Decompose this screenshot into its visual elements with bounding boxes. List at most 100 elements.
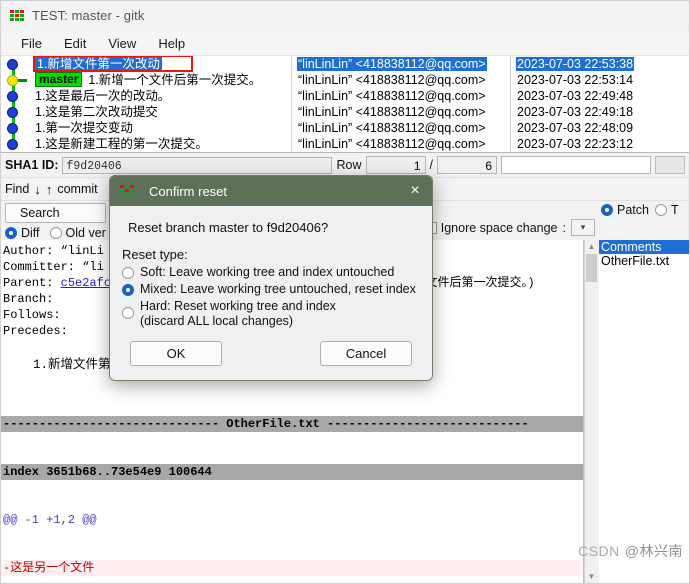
diff-options-group: Ignore space change : ▾	[424, 203, 595, 236]
scroll-down-icon[interactable]: ▼	[585, 570, 598, 583]
date-row[interactable]: 2023-07-03 22:53:14	[511, 72, 689, 88]
radio-patch-icon	[601, 204, 613, 216]
commit-node-head	[7, 75, 18, 86]
radio-old-version-label: Old ver	[65, 226, 106, 240]
file-list-item-otherfile[interactable]: OtherFile.txt	[599, 254, 689, 268]
ignore-space-change-checkbox[interactable]: Ignore space change	[424, 220, 558, 235]
search-button[interactable]: Search	[5, 203, 106, 223]
commit-graph-column[interactable]: 1.新增文件第一次改动 master 1.新增一个文件后第一次提交。 1.这是最后…	[1, 56, 292, 152]
menu-item-edit[interactable]: Edit	[54, 34, 96, 53]
menu-item-help[interactable]: Help	[148, 34, 195, 53]
scroll-up-icon[interactable]: ▲	[585, 240, 598, 253]
radio-mixed-icon	[122, 284, 134, 296]
precedes-line: Precedes:	[3, 324, 68, 338]
author-row[interactable]: “linLinLin” <418838112@qq.com>	[292, 120, 510, 136]
commit-message: 1.新增一个文件后第一次提交。	[88, 73, 262, 87]
commit-row[interactable]: 1.新增文件第一次改动	[1, 56, 291, 72]
top-search-input[interactable]	[501, 156, 651, 174]
commit-row[interactable]: 1.这是第二次改动提交	[1, 104, 291, 120]
row-current-input[interactable]: 1	[365, 156, 426, 174]
commit-node	[7, 59, 18, 70]
date-row[interactable]: 2023-07-03 22:49:48	[511, 88, 689, 104]
gitk-window: TEST: master - gitk File Edit View Help …	[0, 0, 690, 584]
commit-message: 1.这是新建工程的第一次提交。	[35, 137, 208, 151]
commit-row[interactable]: 1.这是新建工程的第一次提交。	[1, 136, 291, 152]
date-row[interactable]: 2023-07-03 22:53:38	[511, 56, 689, 72]
radio-hard-icon	[122, 307, 134, 319]
view-mode-group: Patch T	[601, 203, 685, 217]
menu-item-file[interactable]: File	[11, 34, 52, 53]
commit-author-column[interactable]: “linLinLin” <418838112@qq.com> “linLinLi…	[292, 56, 511, 152]
author-value: “linLinLin” <418838112@qq.com>	[298, 105, 486, 119]
row-label: Row	[336, 158, 362, 172]
follows-line: Follows:	[3, 308, 61, 322]
branch-ref-master[interactable]: master	[35, 72, 83, 87]
author-value: “linLinLin” <418838112@qq.com>	[298, 89, 486, 103]
parent-label: Parent:	[3, 276, 54, 290]
find-label: Find	[5, 182, 30, 196]
author-row[interactable]: “linLinLin” <418838112@qq.com>	[292, 104, 510, 120]
toolbar-extra-button[interactable]	[655, 156, 685, 174]
find-down-icon[interactable]: ↓	[34, 182, 41, 197]
diff-line-removed: -这是另一个文件	[1, 560, 583, 576]
dialog-body: Reset branch master to f9d20406? Reset t…	[110, 206, 432, 380]
radio-old-version[interactable]: Old ver	[49, 226, 106, 240]
commit-node	[7, 123, 18, 134]
close-icon[interactable]: ×	[404, 183, 426, 199]
commit-row[interactable]: 1.第一次提交变动	[1, 120, 291, 136]
find-scope-label[interactable]: commit	[57, 182, 97, 196]
row-separator: /	[429, 158, 433, 172]
date-value: 2023-07-03 22:53:14	[517, 73, 634, 87]
find-up-icon[interactable]: ↑	[46, 182, 53, 197]
commit-date-column[interactable]: 2023-07-03 22:53:38 2023-07-03 22:53:14 …	[511, 56, 689, 152]
reset-option-soft-label: Soft: Leave working tree and index untou…	[140, 265, 395, 279]
radio-old-version-icon	[49, 227, 62, 239]
file-list-pane[interactable]: Comments OtherFile.txt	[599, 240, 689, 583]
radio-soft-icon	[122, 267, 134, 279]
diff-view[interactable]: ------------------------------ OtherFile…	[1, 384, 583, 583]
title-bar: TEST: master - gitk	[1, 1, 689, 31]
date-value: 2023-07-03 22:49:48	[517, 89, 634, 103]
date-row[interactable]: 2023-07-03 22:48:09	[511, 120, 689, 136]
commit-row[interactable]: master 1.新增一个文件后第一次提交。	[1, 72, 291, 88]
commit-node	[7, 91, 18, 102]
confirm-reset-dialog[interactable]: Confirm reset × Reset branch master to f…	[109, 175, 433, 381]
cancel-button[interactable]: Cancel	[320, 341, 412, 366]
radio-diff[interactable]: Diff	[5, 226, 40, 240]
diff-file-header: ------------------------------ OtherFile…	[1, 416, 583, 432]
author-value: “linLinLin” <418838112@qq.com>	[298, 137, 486, 151]
date-row[interactable]: 2023-07-03 22:23:12	[511, 136, 689, 152]
file-list-item-comments[interactable]: Comments	[599, 240, 689, 254]
radio-patch[interactable]: Patch	[601, 203, 649, 217]
author-row[interactable]: “linLinLin” <418838112@qq.com>	[292, 136, 510, 152]
dialog-question: Reset branch master to f9d20406?	[128, 220, 329, 235]
reset-option-mixed[interactable]: Mixed: Leave working tree untouched, res…	[122, 282, 420, 297]
detail-vertical-scrollbar[interactable]: ▲ ▼	[584, 240, 599, 583]
ok-button[interactable]: OK	[130, 341, 222, 366]
sha1-input[interactable]: f9d20406	[62, 156, 333, 174]
ignore-space-change-label: Ignore space change	[440, 220, 558, 235]
dialog-title: Confirm reset	[149, 183, 228, 199]
commit-row[interactable]: 1.这是最后一次的改动。	[1, 88, 291, 104]
reset-option-hard[interactable]: Hard: Reset working tree and index (disc…	[122, 299, 420, 329]
radio-patch-label: Patch	[617, 203, 649, 217]
sha1-label: SHA1 ID:	[5, 158, 59, 172]
graph-branch-stub	[18, 79, 27, 82]
gitk-dots-icon	[10, 9, 25, 22]
radio-tree[interactable]: T	[654, 203, 679, 217]
author-row[interactable]: “linLinLin” <418838112@qq.com>	[292, 88, 510, 104]
author-line: Author: “linLi	[3, 244, 104, 258]
diff-hunk-header: @@ -1 +1,2 @@	[3, 513, 97, 527]
author-row[interactable]: “linLinLin” <418838112@qq.com>	[292, 56, 510, 72]
reset-option-soft[interactable]: Soft: Leave working tree and index untou…	[122, 265, 420, 280]
commit-message: 1.新增文件第一次改动	[35, 57, 162, 71]
commit-list[interactable]: 1.新增文件第一次改动 master 1.新增一个文件后第一次提交。 1.这是最后…	[1, 56, 689, 153]
scrollbar-thumb[interactable]	[586, 254, 597, 282]
dialog-buttons: OK Cancel	[122, 329, 420, 370]
date-row[interactable]: 2023-07-03 22:49:18	[511, 104, 689, 120]
reset-type-label: Reset type:	[122, 247, 188, 262]
menu-item-view[interactable]: View	[98, 34, 146, 53]
context-lines-dropdown[interactable]: ▾	[571, 219, 595, 236]
author-row[interactable]: “linLinLin” <418838112@qq.com>	[292, 72, 510, 88]
dialog-title-bar: Confirm reset ×	[110, 176, 432, 206]
